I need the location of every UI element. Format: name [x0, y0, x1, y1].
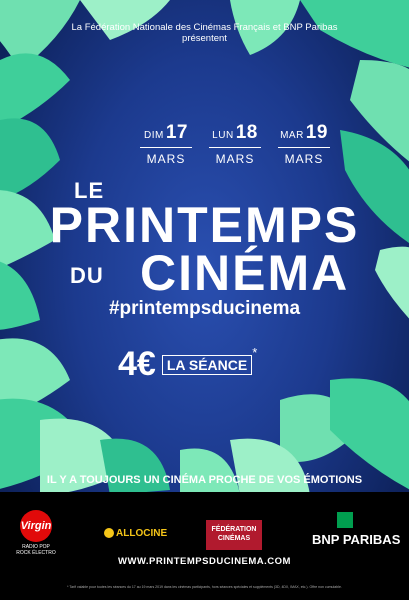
date-month: MARS: [215, 152, 255, 166]
price-amount: 4€: [118, 345, 156, 383]
date-divider: [140, 147, 192, 148]
title-cinema: CINÉMA: [140, 245, 350, 301]
presenter-credit: La Fédération Nationale des Cinémas Fran…: [0, 22, 409, 44]
date-month: MARS: [146, 152, 186, 166]
tagline: IL Y A TOUJOURS UN CINÉMA PROCHE DE VOS …: [46, 474, 363, 486]
date-divider: [209, 147, 261, 148]
date-day: LUN: [212, 130, 234, 141]
fine-print: * Tarif valable pour toutes les séances …: [67, 585, 342, 589]
title-du: DU: [70, 263, 104, 288]
federation-cinemas-logo: FÉDÉRATION CINÉMAS: [206, 520, 262, 550]
virgin-radio-subtitle: RADIO POP ROCK ÉLECTRO: [16, 544, 56, 556]
date-day: DIM: [144, 130, 164, 141]
price-block: 4€ LA SÉANCE *: [118, 345, 257, 384]
date-number: 19: [305, 122, 328, 143]
price-label-text: LA SÉANCE: [166, 356, 248, 373]
bnp-star-icon: [337, 512, 353, 528]
date-tuesday: MAR 19 MARS: [264, 122, 344, 166]
presenter-line: La Fédération Nationale des Cinémas Fran…: [71, 22, 338, 33]
allocine-label: ALLOCINE: [116, 528, 168, 539]
allocine-logo: ALLOCINE: [104, 528, 167, 539]
date-monday: LUN 18 MARS: [195, 122, 275, 166]
sponsor-bar: Virgin RADIO POP ROCK ÉLECTRO ALLOCINE F…: [0, 492, 409, 600]
date-day: MAR: [280, 130, 304, 141]
poster: La Fédération Nationale des Cinémas Fran…: [0, 0, 409, 600]
presenter-suffix: présentent: [182, 33, 227, 44]
hashtag: #printempsducinema: [108, 298, 301, 319]
price-asterisk: *: [252, 345, 258, 360]
date-sunday: DIM 17 MARS: [126, 122, 206, 166]
date-number: 17: [165, 122, 188, 143]
bnp-paribas-logo: BNP PARIBAS: [312, 532, 401, 547]
allocine-icon: [104, 528, 114, 539]
date-divider: [278, 147, 330, 148]
price-label: LA SÉANCE: [161, 354, 253, 375]
virgin-radio-logo: Virgin: [20, 510, 52, 542]
website-link[interactable]: WWW.PRINTEMPSDUCINEMA.COM: [0, 556, 409, 567]
date-number: 18: [235, 122, 258, 143]
date-month: MARS: [284, 152, 324, 166]
